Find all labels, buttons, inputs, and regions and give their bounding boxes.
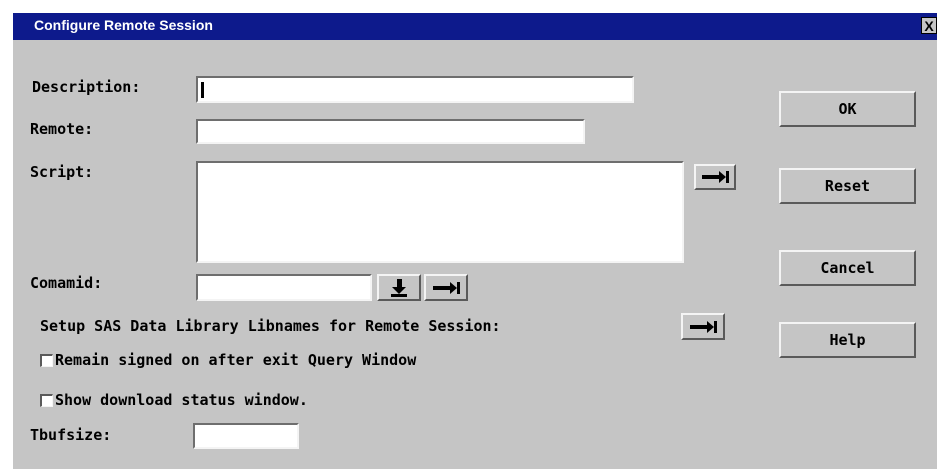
remote-label: Remote: (30, 120, 94, 138)
reset-button[interactable]: Reset (779, 168, 916, 204)
remain-signed-on-label[interactable]: Remain signed on after exit Query Window (55, 351, 416, 369)
tbufsize-input[interactable] (193, 423, 299, 449)
ok-button[interactable]: OK (779, 91, 916, 127)
remote-input[interactable] (196, 119, 585, 144)
arrow-to-bar-right-icon (690, 320, 717, 333)
cancel-button[interactable]: Cancel (779, 250, 916, 286)
text-cursor (201, 82, 204, 98)
arrow-to-bar-down-icon (391, 278, 407, 297)
help-button[interactable]: Help (779, 322, 916, 358)
configure-remote-session-dialog: Configure Remote Session X Description: … (13, 13, 937, 469)
arrow-to-bar-right-icon (702, 171, 729, 183)
title-bar[interactable]: Configure Remote Session X (13, 13, 937, 40)
comamid-dropdown-button[interactable] (377, 274, 421, 301)
close-icon: X (924, 17, 934, 34)
script-browse-button[interactable] (694, 164, 736, 190)
setup-libnames-label: Setup SAS Data Library Libnames for Remo… (40, 317, 501, 335)
comamid-label: Comamid: (30, 274, 103, 292)
description-label: Description: (32, 78, 141, 96)
arrow-to-bar-right-icon (433, 281, 460, 294)
show-download-status-label[interactable]: Show download status window. (55, 391, 308, 409)
comamid-browse-button[interactable] (424, 274, 468, 301)
close-button[interactable]: X (921, 17, 937, 34)
window-title: Configure Remote Session (34, 17, 213, 33)
script-textarea[interactable] (196, 161, 684, 263)
setup-libnames-button[interactable] (681, 313, 725, 340)
remain-signed-on-checkbox[interactable] (40, 354, 53, 367)
tbufsize-label: Tbufsize: (30, 426, 112, 444)
description-input[interactable] (196, 76, 634, 103)
comamid-input[interactable] (196, 274, 372, 301)
script-label: Script: (30, 163, 94, 181)
show-download-status-checkbox[interactable] (40, 394, 53, 407)
